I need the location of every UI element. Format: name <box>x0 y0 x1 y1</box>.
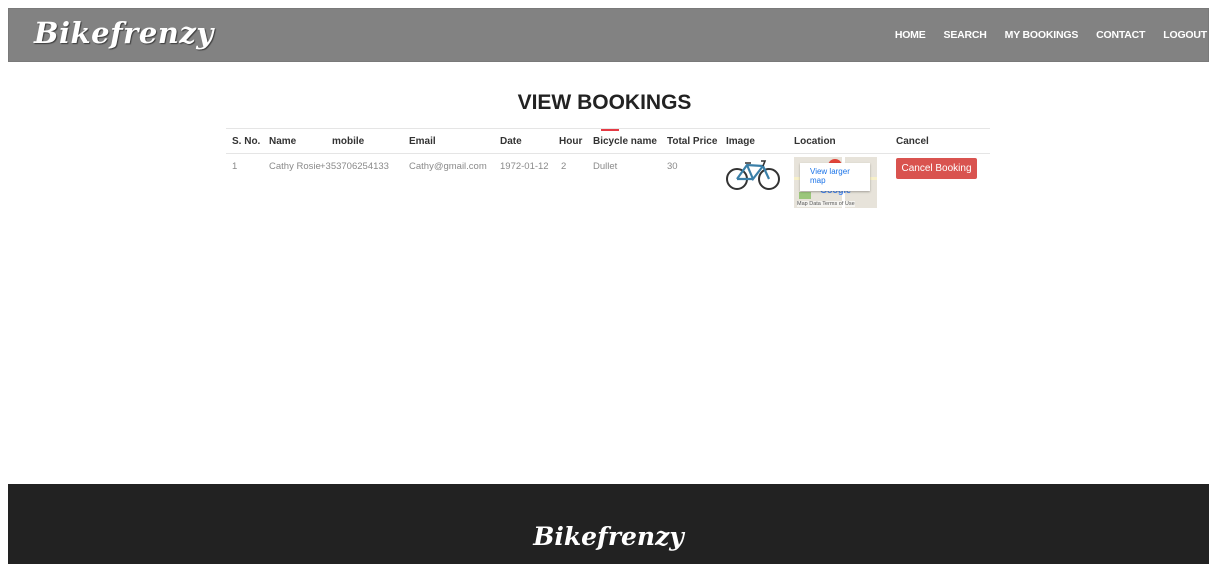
col-header-sno: S. No. <box>232 136 261 147</box>
map-park-area <box>799 192 811 199</box>
nav-home-link[interactable]: HOME <box>895 29 926 41</box>
col-header-cancel: Cancel <box>896 136 929 147</box>
nav-logout-link[interactable]: LOGOUT <box>1163 29 1207 41</box>
cell-name: Cathy Rosie <box>269 161 321 172</box>
col-header-bicycle-name: Bicycle name <box>593 136 657 147</box>
col-header-date: Date <box>500 136 522 147</box>
table-header-row: S. No. Name mobile Email Date Hour Bicyc… <box>226 128 990 154</box>
col-header-email: Email <box>409 136 436 147</box>
footer-logo: Bikefrenzy <box>533 522 684 551</box>
cell-mobile: +353706254133 <box>320 161 389 172</box>
top-navbar: Bikefrenzy HOME SEARCH MY BOOKINGS CONTA… <box>8 8 1209 62</box>
col-header-hour: Hour <box>559 136 583 147</box>
location-map[interactable]: Google View larger map Map Data Terms of… <box>794 157 877 208</box>
cancel-booking-button[interactable]: Cancel Booking <box>896 158 977 179</box>
map-popup: View larger map <box>800 163 870 191</box>
page-title: VIEW BOOKINGS <box>517 91 692 114</box>
main-nav: HOME SEARCH MY BOOKINGS CONTACT LOGOUT <box>877 8 1207 62</box>
col-header-location: Location <box>794 136 836 147</box>
cell-date: 1972-01-12 <box>500 161 549 172</box>
col-header-total-price: Total Price <box>667 136 718 147</box>
page-footer: Bikefrenzy <box>8 484 1209 564</box>
map-attribution[interactable]: Map Data Terms of Use <box>797 201 855 207</box>
cell-bicycle-name: Dullet <box>593 161 618 172</box>
view-larger-map-link[interactable]: View larger map <box>810 167 854 185</box>
col-header-mobile: mobile <box>332 136 365 147</box>
cell-hour: 2 <box>561 161 567 172</box>
nav-search-link[interactable]: SEARCH <box>944 29 987 41</box>
cell-total-price: 30 <box>667 161 678 172</box>
col-header-name: Name <box>269 136 297 147</box>
nav-contact-link[interactable]: CONTACT <box>1096 29 1145 41</box>
col-header-image: Image <box>726 136 755 147</box>
cell-email: Cathy@gmail.com <box>409 161 487 172</box>
bookings-table: S. No. Name mobile Email Date Hour Bicyc… <box>226 128 990 208</box>
site-logo[interactable]: Bikefrenzy <box>34 16 214 50</box>
nav-my-bookings-link[interactable]: MY BOOKINGS <box>1005 29 1079 41</box>
cell-sno: 1 <box>232 161 238 172</box>
bicycle-image <box>726 160 780 190</box>
